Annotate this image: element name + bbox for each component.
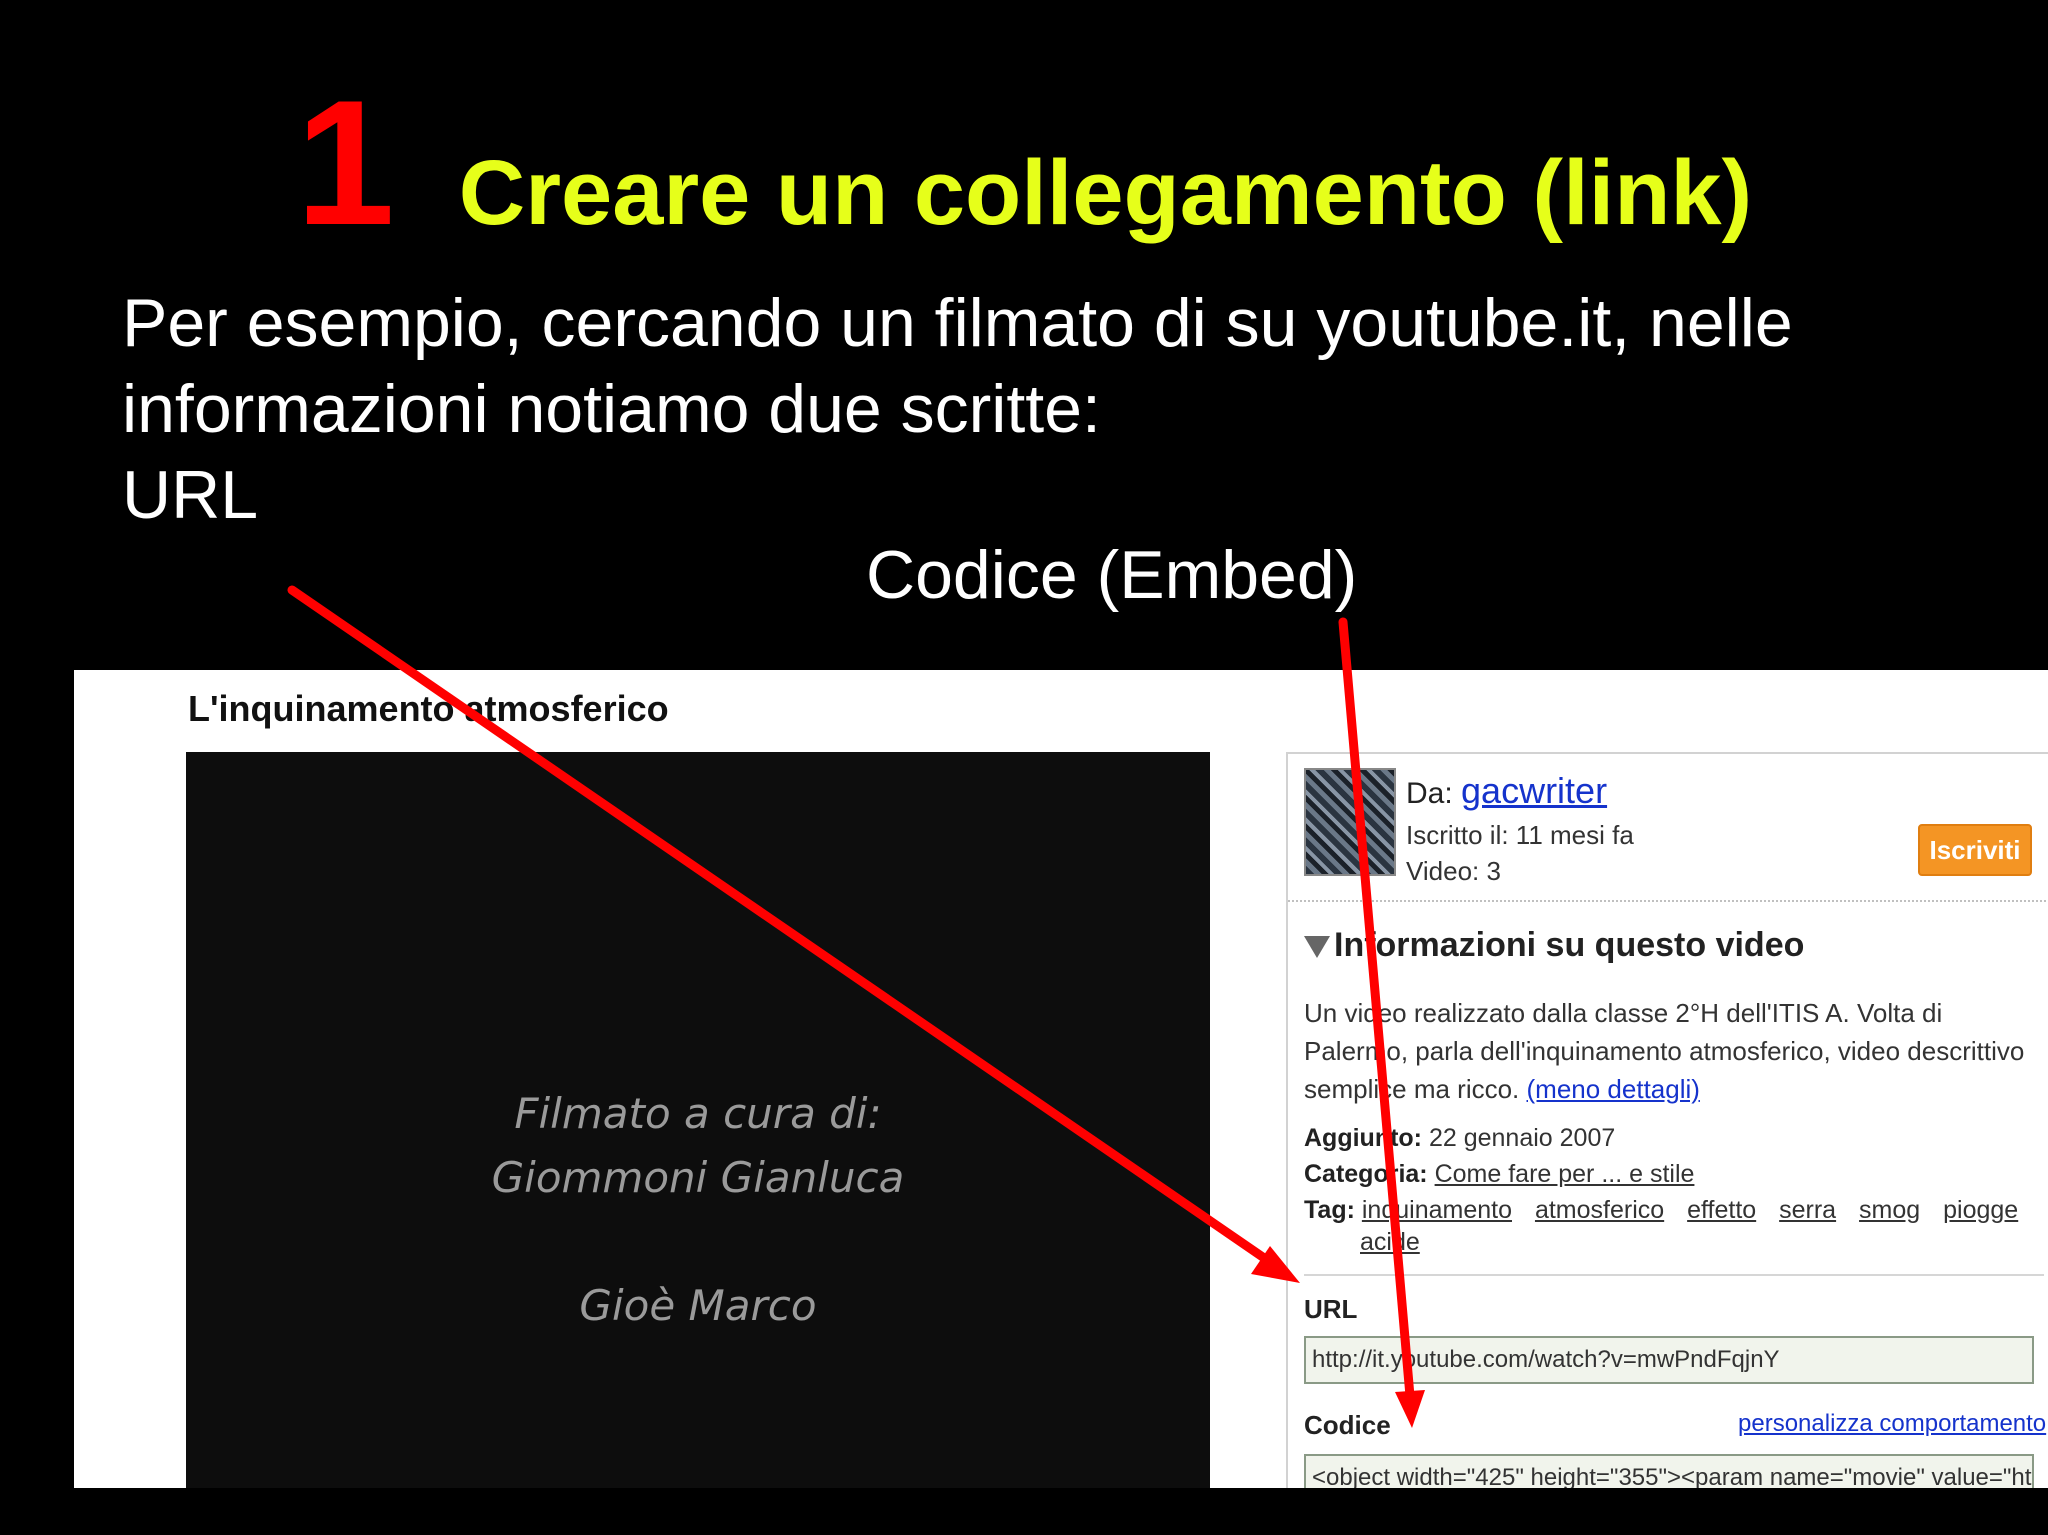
url-arrow — [287, 585, 1300, 1283]
embed-arrow — [1338, 617, 1425, 1428]
annotation-arrows — [287, 585, 1425, 1428]
